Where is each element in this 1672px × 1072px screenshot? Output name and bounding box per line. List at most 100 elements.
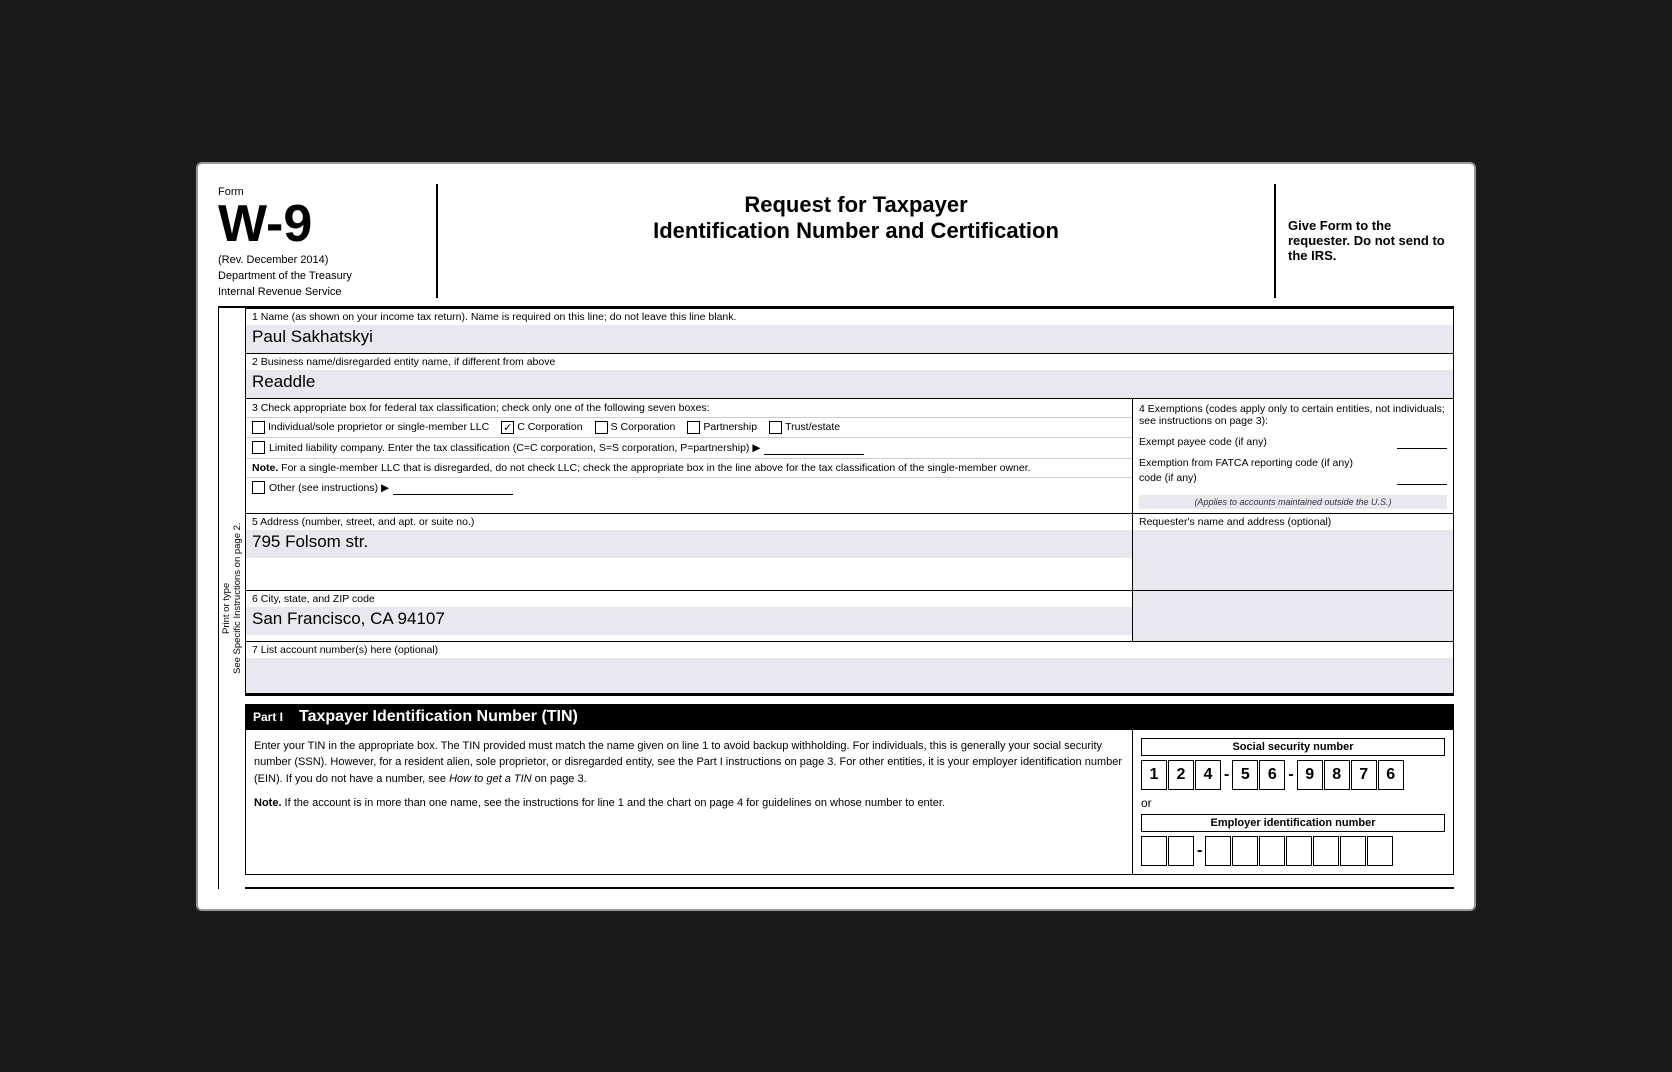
part1-paragraph1: Enter your TIN in the appropriate box. T…	[254, 738, 1124, 788]
fatca-section: Exemption from FATCA reporting code (if …	[1139, 457, 1447, 487]
field6-value[interactable]: San Francisco, CA 94107	[246, 607, 1132, 635]
field7-row: 7 List account number(s) here (optional)	[246, 642, 1453, 695]
part1-label: Part I	[253, 710, 283, 724]
field5-label: 5 Address (number, street, and apt. or s…	[246, 514, 1132, 530]
header-center: Request for Taxpayer Identification Numb…	[438, 184, 1274, 298]
checkbox-individual-label: Individual/sole proprietor or single-mem…	[268, 421, 489, 433]
checkbox-trust-box[interactable]	[769, 421, 782, 434]
checkbox-other-box[interactable]	[252, 481, 265, 494]
part1-body2: on page 3.	[532, 773, 587, 785]
requester-city-value[interactable]	[1133, 591, 1453, 641]
fatca-label: Exemption from FATCA reporting code (if …	[1139, 457, 1447, 469]
checkbox-s-corp[interactable]: S Corporation	[595, 421, 676, 434]
checkbox-c-corp-label: C Corporation	[517, 421, 582, 433]
ein-d9[interactable]	[1367, 836, 1393, 866]
side-labels: Print or type See Specific Instructions …	[218, 308, 245, 889]
exempt-payee-label: Exempt payee code (if any)	[1139, 436, 1267, 448]
classification-left: 3 Check appropriate box for federal tax …	[246, 399, 1133, 513]
field7-label: 7 List account number(s) here (optional)	[246, 642, 1453, 658]
address-left: 5 Address (number, street, and apt. or s…	[246, 514, 1133, 590]
other-row: Other (see instructions) ▶	[246, 477, 1132, 498]
other-underline[interactable]	[393, 481, 513, 495]
llc-line: Limited liability company. Enter the tax…	[252, 441, 1126, 455]
ssn-d8[interactable]: 7	[1351, 760, 1377, 790]
form-fields: 1 Name (as shown on your income tax retu…	[245, 308, 1454, 696]
ssn-d3[interactable]: 4	[1195, 760, 1221, 790]
field4-label: 4 Exemptions (codes apply only to certai…	[1139, 403, 1447, 427]
part1-body: Enter your TIN in the appropriate box. T…	[245, 730, 1454, 875]
checkbox-trust[interactable]: Trust/estate	[769, 421, 840, 434]
give-form-text: Give Form to the requester. Do not send …	[1288, 218, 1454, 263]
note2-text: If the account is in more than one name,…	[282, 797, 945, 809]
ein-d2[interactable]	[1168, 836, 1194, 866]
field7-value[interactable]	[246, 658, 1453, 694]
part1-right-content: Social security number 1 2 4 - 5 6 - 9 8…	[1133, 730, 1453, 874]
main-content: 1 Name (as shown on your income tax retu…	[245, 308, 1454, 889]
checkbox-llc-box[interactable]	[252, 441, 265, 454]
ein-d1[interactable]	[1141, 836, 1167, 866]
form-body-wrapper: Print or type See Specific Instructions …	[218, 308, 1454, 889]
ein-d3[interactable]	[1205, 836, 1231, 866]
applies-note: (Applies to accounts maintained outside …	[1139, 495, 1447, 509]
checkbox-row-1: Individual/sole proprietor or single-mem…	[246, 418, 1132, 437]
field5-value[interactable]: 795 Folsom str.	[246, 530, 1132, 558]
checkbox-individual-box[interactable]	[252, 421, 265, 434]
print-type-label: Print or type	[221, 334, 232, 883]
checkbox-partnership-box[interactable]	[687, 421, 700, 434]
field6-section: 6 City, state, and ZIP code San Francisc…	[246, 591, 1453, 642]
other-label: Other (see instructions) ▶	[269, 482, 389, 494]
checkbox-trust-label: Trust/estate	[785, 421, 840, 433]
ssn-dash1: -	[1222, 766, 1231, 784]
ein-d4[interactable]	[1232, 836, 1258, 866]
ssn-d9[interactable]: 6	[1378, 760, 1404, 790]
ein-label: Employer identification number	[1141, 814, 1445, 832]
field1-row: 1 Name (as shown on your income tax retu…	[246, 309, 1453, 354]
note2-label: Note.	[254, 797, 282, 809]
fatca-input[interactable]	[1397, 471, 1447, 485]
checkbox-s-corp-box[interactable]	[595, 421, 608, 434]
ein-d6[interactable]	[1286, 836, 1312, 866]
address-section: 5 Address (number, street, and apt. or s…	[246, 514, 1453, 591]
field1-value[interactable]: Paul Sakhatskyi	[246, 325, 1453, 353]
exempt-payee-input[interactable]	[1397, 435, 1447, 449]
ssn-d7[interactable]: 8	[1324, 760, 1350, 790]
checkbox-c-corp[interactable]: ✓ C Corporation	[501, 421, 582, 434]
ssn-d4[interactable]: 5	[1232, 760, 1258, 790]
part1-left-content: Enter your TIN in the appropriate box. T…	[246, 730, 1133, 874]
ein-d7[interactable]	[1313, 836, 1339, 866]
field3-label: 3 Check appropriate box for federal tax …	[246, 399, 1132, 418]
part1-title: Taxpayer Identification Number (TIN)	[299, 708, 578, 726]
ssn-d5[interactable]: 6	[1259, 760, 1285, 790]
checkbox-c-corp-box[interactable]: ✓	[501, 421, 514, 434]
checkbox-s-corp-label: S Corporation	[611, 421, 676, 433]
ein-d5[interactable]	[1259, 836, 1285, 866]
llc-underline[interactable]	[764, 441, 864, 455]
part1-header: Part I Taxpayer Identification Number (T…	[245, 704, 1454, 730]
part1-note2: Note. If the account is in more than one…	[254, 795, 1124, 812]
header-left: Form W-9 (Rev. December 2014) Department…	[218, 184, 438, 298]
form-title-line1: Request for Taxpayer	[458, 192, 1254, 218]
fatca-line: code (if any)	[1139, 469, 1447, 487]
ssn-d1[interactable]: 1	[1141, 760, 1167, 790]
field6-left: 6 City, state, and ZIP code San Francisc…	[246, 591, 1133, 641]
ssn-dash2: -	[1286, 766, 1295, 784]
form-title-line2: Identification Number and Certification	[458, 218, 1254, 244]
field6-label: 6 City, state, and ZIP code	[246, 591, 1132, 607]
checkbox-partnership[interactable]: Partnership	[687, 421, 757, 434]
field2-value[interactable]: Readdle	[246, 370, 1453, 398]
classification-right: 4 Exemptions (codes apply only to certai…	[1133, 399, 1453, 513]
ssn-d6[interactable]: 9	[1297, 760, 1323, 790]
note-label: Note.	[252, 462, 278, 474]
checkbox-individual[interactable]: Individual/sole proprietor or single-mem…	[252, 421, 489, 434]
field2-row: 2 Business name/disregarded entity name,…	[246, 354, 1453, 399]
requester-section: Requester's name and address (optional)	[1133, 514, 1453, 590]
field1-label: 1 Name (as shown on your income tax retu…	[246, 309, 1453, 325]
note-row: Note. For a single-member LLC that is di…	[246, 458, 1132, 477]
requester-value[interactable]	[1133, 530, 1453, 590]
ssn-d2[interactable]: 2	[1168, 760, 1194, 790]
requester-city-section	[1133, 591, 1453, 641]
part1-body-text: Enter your TIN in the appropriate box. T…	[254, 740, 1122, 785]
header-right: Give Form to the requester. Do not send …	[1274, 184, 1454, 298]
form-number: W-9	[218, 198, 424, 250]
ein-d8[interactable]	[1340, 836, 1366, 866]
